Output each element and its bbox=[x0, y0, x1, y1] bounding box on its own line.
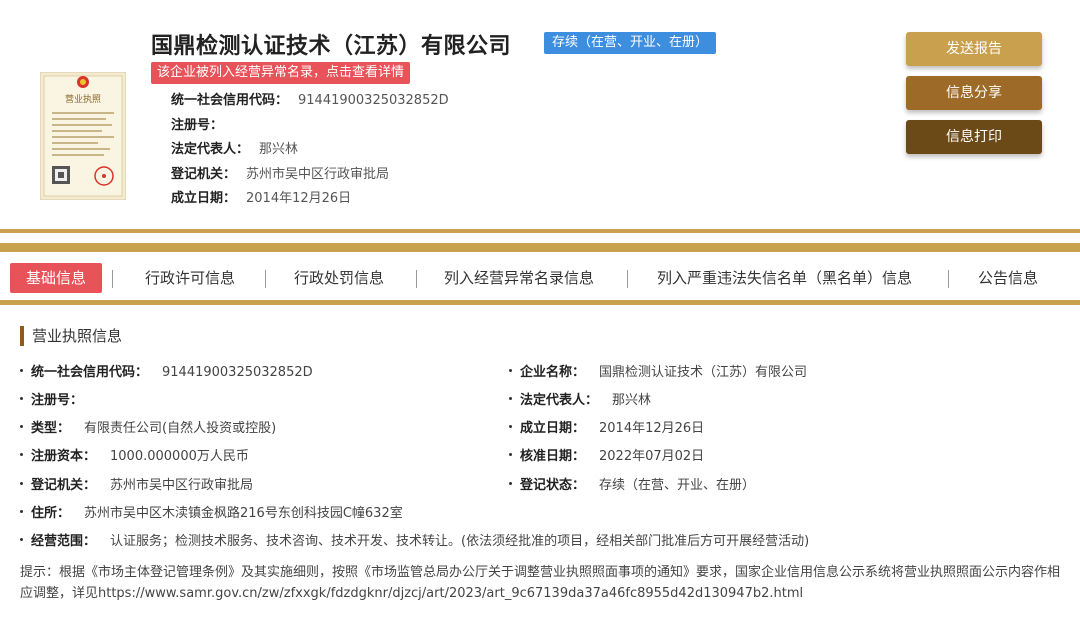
field-label: 企业名称： bbox=[520, 365, 586, 380]
tab-separator bbox=[416, 270, 417, 288]
tab-basic-info[interactable]: 基础信息 bbox=[10, 263, 103, 293]
field-scope: 经营范围： 认证服务；检测技术服务、技术咨询、技术开发、技术转让。(依法须经批准的… bbox=[20, 532, 809, 552]
field-reg-status: 登记状态： 存续（在营、开业、在册） bbox=[509, 476, 755, 496]
field-label: 登记状态： bbox=[520, 478, 586, 493]
field-label: 核准日期： bbox=[520, 449, 586, 464]
tab-separator bbox=[112, 270, 113, 288]
field-credit-code: 统一社会信用代码： 91441900325032852D bbox=[20, 363, 313, 383]
field-legal-rep: 法定代表人： 那兴林 bbox=[509, 391, 651, 411]
summary-label: 成立日期： bbox=[171, 191, 237, 206]
summary-label: 注册号： bbox=[171, 117, 224, 133]
field-value: 国鼎检测认证技术（江苏）有限公司 bbox=[599, 365, 808, 380]
bullet-icon bbox=[20, 482, 23, 485]
tab-blacklist[interactable]: 列入严重违法失信名单（黑名单）信息 bbox=[657, 263, 912, 293]
field-value: 2022年07月02日 bbox=[599, 449, 705, 464]
header-divider-thick bbox=[0, 243, 1080, 252]
summary-label: 登记机关： bbox=[171, 166, 237, 182]
field-value: 2014年12月26日 bbox=[599, 421, 705, 436]
field-value: 苏州市吴中区行政审批局 bbox=[110, 478, 254, 493]
bullet-icon bbox=[509, 369, 512, 372]
field-address: 住所： 苏州市吴中区木渎镇金枫路216号东创科技园C幢632室 bbox=[20, 504, 403, 524]
field-value: 那兴林 bbox=[612, 393, 652, 408]
bullet-icon bbox=[20, 510, 23, 513]
tab-separator bbox=[265, 270, 266, 288]
tab-admin-license[interactable]: 行政许可信息 bbox=[145, 263, 235, 293]
field-label: 注册号： bbox=[31, 393, 84, 408]
tab-divider bbox=[0, 300, 1080, 305]
tab-bar: 基础信息 行政许可信息 行政处罚信息 列入经营异常名录信息 列入严重违法失信名单… bbox=[0, 258, 1080, 298]
field-established: 成立日期： 2014年12月26日 bbox=[509, 419, 704, 439]
field-company-name: 企业名称： 国鼎检测认证技术（江苏）有限公司 bbox=[509, 363, 807, 383]
abnormal-list-notice[interactable]: 该企业被列入经营异常名录，点击查看详情 bbox=[151, 62, 411, 84]
field-value: 认证服务；检测技术服务、技术咨询、技术开发、技术转让。(依法须经批准的项目，经相… bbox=[110, 534, 810, 549]
summary-value: 91441900325032852D bbox=[298, 93, 449, 108]
field-value: 1000.000000万人民币 bbox=[110, 449, 249, 464]
field-label: 注册资本： bbox=[31, 449, 97, 464]
bullet-icon bbox=[20, 425, 23, 428]
field-reg-no: 注册号： bbox=[20, 391, 97, 411]
field-label: 统一社会信用代码： bbox=[31, 365, 149, 380]
field-value: 91441900325032852D bbox=[162, 365, 313, 380]
field-label: 经营范围： bbox=[31, 534, 97, 549]
summary-row-credit-code: 统一社会信用代码： 91441900325032852D bbox=[171, 89, 449, 114]
status-badge: 存续（在营、开业、在册） bbox=[544, 32, 717, 54]
notice-content: 提示：根据《市场主体登记管理条例》及其实施细则，按照《市场监管总局办公厅关于调整… bbox=[20, 565, 1061, 601]
field-label: 法定代表人： bbox=[520, 393, 599, 408]
summary-info-list: 统一社会信用代码： 91441900325032852D 注册号： 法定代表人： 那… bbox=[171, 89, 449, 212]
summary-row-established: 成立日期： 2014年12月26日 bbox=[171, 187, 449, 212]
field-capital: 注册资本： 1000.000000万人民币 bbox=[20, 447, 249, 467]
header-divider-thin bbox=[0, 229, 1080, 233]
summary-row-reg-no: 注册号： bbox=[171, 114, 449, 139]
field-value: 有限责任公司(自然人投资或控股) bbox=[84, 421, 277, 436]
field-value: 苏州市吴中区木渎镇金枫路216号东创科技园C幢632室 bbox=[84, 506, 403, 521]
bullet-icon bbox=[20, 369, 23, 372]
license-heading: 营业执照 bbox=[65, 93, 101, 105]
bullet-icon bbox=[20, 397, 23, 400]
field-label: 类型： bbox=[31, 421, 71, 436]
summary-row-authority: 登记机关： 苏州市吴中区行政审批局 bbox=[171, 163, 449, 188]
notice-text: 提示：根据《市场主体登记管理条例》及其实施细则，按照《市场监管总局办公厅关于调整… bbox=[20, 562, 1060, 604]
section-title: 营业执照信息 bbox=[20, 326, 122, 346]
share-info-button[interactable]: 信息分享 bbox=[906, 76, 1042, 110]
bullet-icon bbox=[509, 453, 512, 456]
company-name-title: 国鼎检测认证技术（江苏）有限公司 bbox=[151, 34, 512, 59]
bullet-icon bbox=[20, 538, 23, 541]
field-label: 住所： bbox=[31, 506, 71, 521]
field-approved: 核准日期： 2022年07月02日 bbox=[509, 447, 704, 467]
send-report-button[interactable]: 发送报告 bbox=[906, 32, 1042, 66]
field-authority: 登记机关： 苏州市吴中区行政审批局 bbox=[20, 476, 253, 496]
business-license-thumbnail[interactable]: 营业执照 bbox=[40, 72, 126, 200]
print-info-button[interactable]: 信息打印 bbox=[906, 120, 1042, 154]
summary-value: 2014年12月26日 bbox=[246, 191, 352, 206]
bullet-icon bbox=[509, 482, 512, 485]
summary-row-legal-rep: 法定代表人： 那兴林 bbox=[171, 138, 449, 163]
field-label: 登记机关： bbox=[31, 478, 97, 493]
bullet-icon bbox=[509, 397, 512, 400]
summary-label: 统一社会信用代码： bbox=[171, 93, 289, 108]
field-value: 存续（在营、开业、在册） bbox=[599, 478, 756, 493]
field-label: 成立日期： bbox=[520, 421, 586, 436]
bullet-icon bbox=[509, 425, 512, 428]
bullet-icon bbox=[20, 453, 23, 456]
summary-label: 法定代表人： bbox=[171, 142, 250, 157]
field-type: 类型： 有限责任公司(自然人投资或控股) bbox=[20, 419, 276, 439]
tab-admin-penalty[interactable]: 行政处罚信息 bbox=[294, 263, 384, 293]
tab-announcements[interactable]: 公告信息 bbox=[978, 263, 1038, 293]
tab-separator bbox=[627, 270, 628, 288]
tab-separator bbox=[948, 270, 949, 288]
company-header: 营业执照 国鼎检测认证技术（江苏）有限公司 存续（在营、开业、在册） 该企业被列… bbox=[0, 0, 1080, 228]
summary-value: 那兴林 bbox=[259, 142, 299, 157]
tab-abnormal-list[interactable]: 列入经营异常名录信息 bbox=[444, 263, 594, 293]
summary-value: 苏州市吴中区行政审批局 bbox=[246, 166, 390, 182]
